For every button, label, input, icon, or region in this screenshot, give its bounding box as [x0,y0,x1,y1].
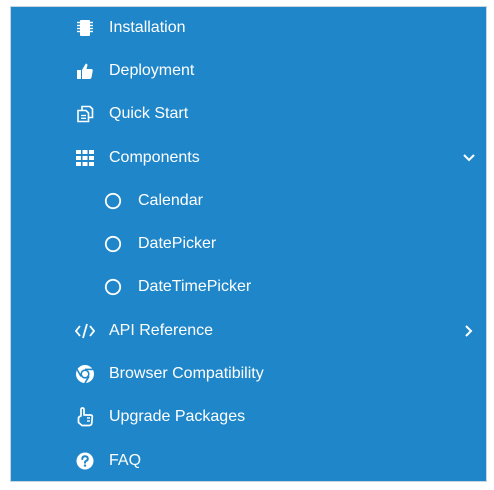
circle-icon [103,191,123,211]
sidebar-item-label: Calendar [138,191,203,209]
sidebar-item-label: Deployment [109,61,195,79]
circle-icon [103,277,123,297]
sidebar-item-label: DatePicker [138,235,217,253]
sidebar-item-label: Quick Start [109,105,189,123]
sidebar-item-quick-start[interactable]: Quick Start [11,93,486,136]
circle-icon [103,234,123,254]
sidebar-item-deployment[interactable]: Deployment [11,49,486,92]
sidebar-item-upgrade-packages[interactable]: Upgrade Packages [11,396,486,439]
grid-icon [75,148,95,168]
sidebar-item-label: Components [109,148,200,166]
code-icon [75,321,95,341]
sidebar-item-label: FAQ [109,451,142,469]
sidebar-panel: Installation Deployment Quick Start Comp… [10,6,487,482]
hand-icon [75,407,95,427]
sidebar-item-label: DateTimePicker [138,278,252,296]
chevron-down-icon[interactable] [462,151,476,165]
sidebar-item-label: Installation [109,18,186,36]
thumbs-up-icon [75,61,95,81]
chevron-right-icon[interactable] [462,324,476,338]
sidebar-nav: Installation Deployment Quick Start Comp… [11,7,486,481]
sidebar-item-api-reference[interactable]: API Reference [11,309,486,352]
sidebar-item-label: Browser Compatibility [109,365,264,383]
sidebar-item-faq[interactable]: FAQ [11,439,486,481]
copy-icon [75,104,95,124]
chip-icon [75,18,95,38]
sidebar-item-label: Upgrade Packages [109,408,246,426]
question-circle-icon [75,451,95,471]
sidebar-item-browser-compatibility[interactable]: Browser Compatibility [11,352,486,395]
sidebar-item-components[interactable]: Components [11,136,486,179]
sidebar-item-label: API Reference [109,321,214,339]
sidebar-item-calendar[interactable]: Calendar [11,179,486,222]
sidebar-item-installation[interactable]: Installation [11,7,486,49]
sidebar-item-datetimepicker[interactable]: DateTimePicker [11,266,486,309]
sidebar-item-datepicker[interactable]: DatePicker [11,222,486,265]
chrome-icon [75,364,95,384]
